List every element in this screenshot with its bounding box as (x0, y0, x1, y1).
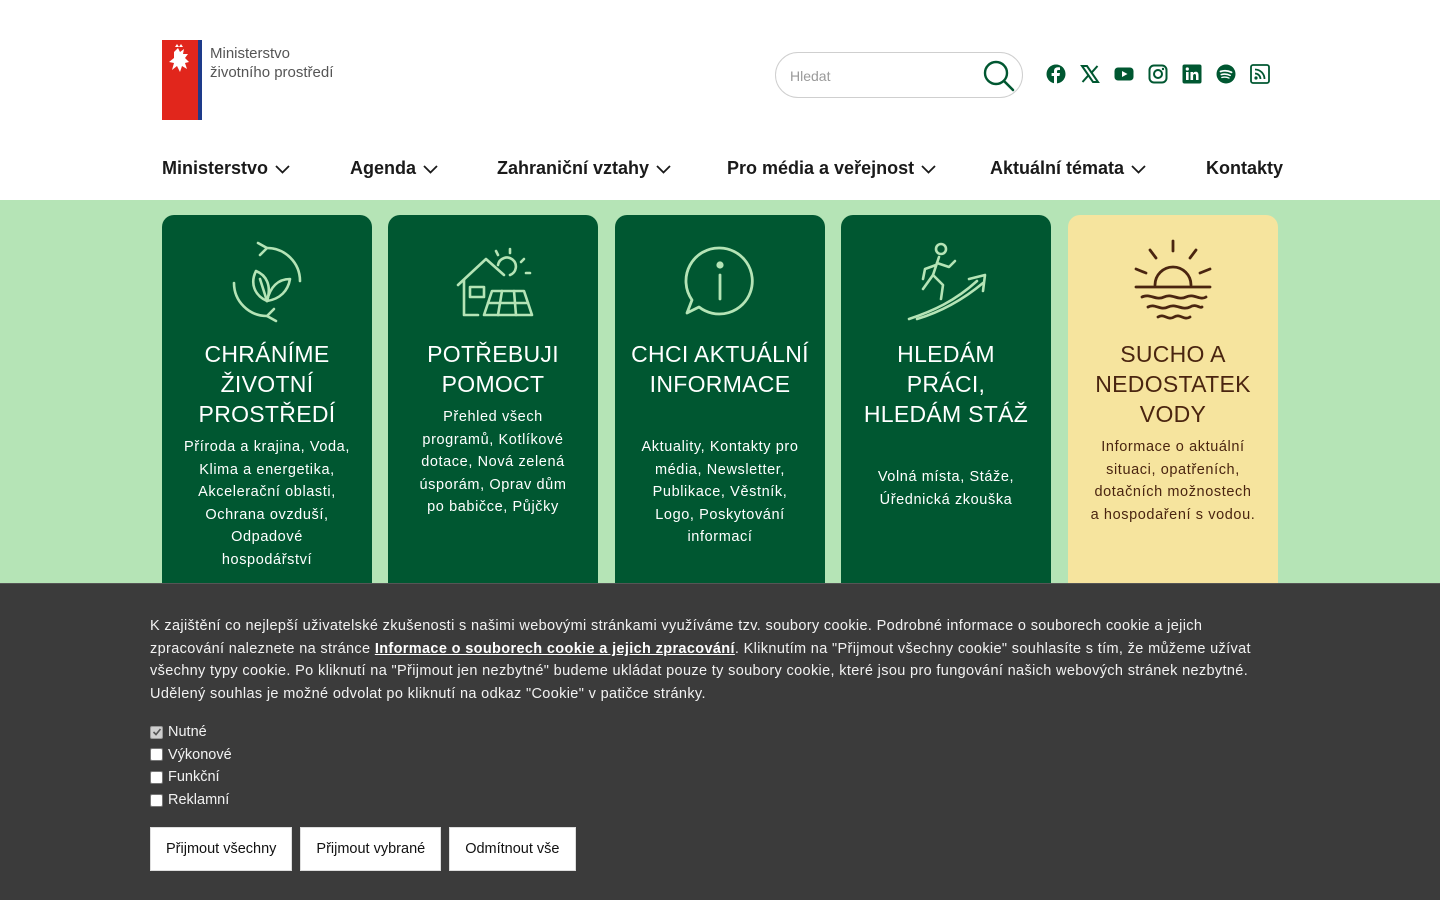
check-icon (152, 728, 161, 736)
card-chranime[interactable]: CHRÁNÍME ŽIVOTNÍ PROSTŘEDÍ Příroda a kra… (162, 215, 372, 615)
nav-item-label: Zahraniční vztahy (497, 158, 650, 178)
rss-link[interactable] (1250, 63, 1270, 85)
leaf-cycle-icon (232, 241, 302, 323)
youtube-icon (1114, 67, 1134, 81)
search-input[interactable] (790, 65, 980, 87)
nav-item-label: Pro média a veřejnost (727, 158, 915, 178)
nav-item-label: Agenda (350, 158, 417, 178)
facebook-icon (1046, 64, 1066, 84)
cookie-banner: K zajištění co nejlepší uživatelské zkuš… (0, 583, 1440, 900)
reject-all-button[interactable]: Odmítnout vše (449, 827, 576, 871)
card-title: POTŘEBUJI POMOCT (427, 341, 559, 397)
cookie-options: Nutné Výkonové Funkční Reklamní (150, 721, 232, 811)
nav-item-zahranicni-vztahy[interactable]: Zahraniční vztahy (497, 158, 671, 179)
cookie-option-label: Funkční (168, 769, 220, 786)
nav-item-ministerstvo[interactable]: Ministerstvo (162, 158, 290, 179)
card-title: CHRÁNÍME ŽIVOTNÍ PROSTŘEDÍ (198, 341, 336, 427)
card-potrebuji-pomoct[interactable]: POTŘEBUJI POMOCT Přehled všech programů,… (388, 215, 598, 615)
cookie-option-label: Nutné (168, 724, 207, 741)
card-chci-informace[interactable]: CHCI AKTUÁLNÍ INFORMACE Aktuality, Konta… (615, 215, 825, 615)
cookie-option-label: Reklamní (168, 792, 230, 809)
logo-emblem (162, 40, 202, 120)
nav-item-label: Ministerstvo (162, 158, 269, 178)
nav-item-kontakty[interactable]: Kontakty (1206, 158, 1283, 179)
card-text: Příroda a krajina, Voda, Klima a energet… (184, 439, 350, 568)
logo-line-1: Ministerstvo (210, 45, 291, 62)
lion-icon (169, 44, 189, 72)
instagram-icon (1148, 64, 1168, 84)
search-icon (983, 60, 1015, 92)
chevron-down-icon (423, 164, 438, 174)
card-title: HLEDÁM PRÁCI, HLEDÁM STÁŽ (863, 341, 1029, 427)
main-nav: Ministerstvo Agenda Zahraniční vztahy Pr… (162, 158, 1283, 182)
site-header: Ministerstvo životního prostředí Hledat … (0, 0, 1440, 200)
social-links (1046, 63, 1270, 85)
cookie-option-vykonove[interactable]: Výkonové (150, 744, 232, 767)
search-button[interactable] (982, 59, 1016, 93)
house-solar-icon (456, 247, 534, 317)
card-text: Volná místa, Stáže, Úřednická zkouška (877, 469, 1015, 508)
card-title: CHCI AKTUÁLNÍ INFORMACE (631, 341, 809, 397)
cookie-option-label: Výkonové (168, 746, 232, 763)
cookie-text: K zajištění co nejlepší uživatelské zkuš… (150, 615, 1280, 705)
nav-item-label: Kontakty (1206, 158, 1284, 178)
nav-item-pro-media[interactable]: Pro média a veřejnost (727, 158, 936, 179)
nav-item-agenda[interactable]: Agenda (350, 158, 438, 179)
sun-water-icon (1134, 239, 1212, 320)
checkbox[interactable] (150, 793, 163, 807)
cookie-option-funkcni[interactable]: Funkční (150, 766, 232, 789)
youtube-link[interactable] (1114, 63, 1134, 85)
spotify-link[interactable] (1216, 63, 1236, 85)
card-text: Informace o aktuální situaci, opatřeních… (1090, 439, 1256, 523)
cookie-option-nutne[interactable]: Nutné (150, 721, 232, 744)
climbing-arrow-icon (907, 242, 987, 321)
accept-all-button[interactable]: Přijmout všechny (150, 827, 293, 871)
checkbox[interactable] (150, 748, 163, 762)
x-link[interactable] (1080, 63, 1100, 85)
cookie-info-link[interactable]: Informace o souborech cookie a jejich zp… (375, 641, 735, 657)
card-text: Aktuality, Kontakty pro média, Newslette… (641, 439, 799, 545)
chevron-down-icon (1131, 164, 1146, 174)
site-logo[interactable]: Ministerstvo životního prostředí (162, 40, 333, 120)
checkbox-checked[interactable] (150, 725, 163, 739)
cookie-buttons: Přijmout všechny Přijmout vybrané Odmítn… (150, 827, 576, 871)
chevron-down-icon (656, 164, 671, 174)
search-box (775, 52, 1023, 98)
logo-text: Ministerstvo životního prostředí (210, 44, 333, 82)
cookie-option-reklamni[interactable]: Reklamní (150, 789, 232, 812)
card-title: SUCHO A NEDOSTATEK VODY (1095, 341, 1251, 427)
x-icon (1080, 65, 1100, 83)
spotify-icon (1216, 64, 1236, 84)
logo-line-2: životního prostředí (210, 64, 334, 81)
info-bubble-icon (684, 246, 754, 316)
chevron-down-icon (275, 164, 290, 174)
linkedin-icon (1182, 64, 1202, 84)
instagram-link[interactable] (1148, 63, 1168, 85)
card-sucho[interactable]: SUCHO A NEDOSTATEK VODY Informace o aktu… (1068, 215, 1278, 615)
nav-item-aktualni-temata[interactable]: Aktuální témata (990, 158, 1146, 179)
accept-selected-button[interactable]: Přijmout vybrané (300, 827, 442, 871)
facebook-link[interactable] (1046, 63, 1066, 85)
card-text: Přehled všech programů, Kotlíkové dotace… (419, 409, 567, 515)
linkedin-link[interactable] (1182, 63, 1202, 85)
rss-icon (1250, 64, 1270, 84)
chevron-down-icon (921, 164, 936, 174)
card-hledam-praci[interactable]: HLEDÁM PRÁCI, HLEDÁM STÁŽ Volná místa, S… (841, 215, 1051, 615)
nav-item-label: Aktuální témata (990, 158, 1125, 178)
checkbox[interactable] (150, 770, 163, 784)
